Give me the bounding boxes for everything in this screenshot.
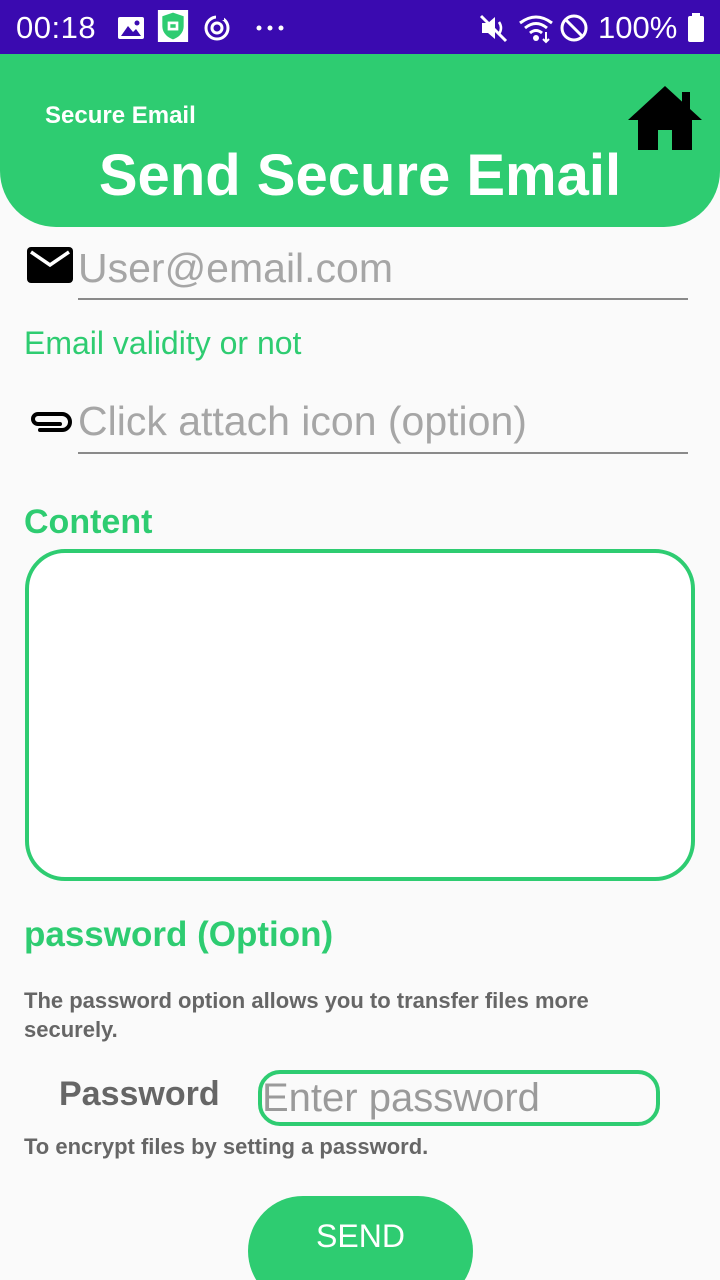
- email-validity-text: Email validity or not: [24, 325, 302, 361]
- mute-icon: [479, 14, 508, 43]
- paperclip-icon[interactable]: [26, 404, 74, 438]
- password-section-heading: password (Option): [24, 915, 334, 954]
- mail-icon: [27, 247, 73, 283]
- password-description: The password option allows you to transf…: [24, 988, 589, 1042]
- battery-percent: 100%: [598, 10, 678, 45]
- app-name: Secure Email: [45, 102, 196, 129]
- home-icon[interactable]: [626, 84, 704, 152]
- status-time: 00:18: [16, 10, 97, 45]
- content-label: Content: [24, 503, 153, 541]
- password-hint: To encrypt files by setting a password.: [24, 1134, 429, 1159]
- do-not-disturb-icon: [560, 14, 588, 42]
- email-input[interactable]: [78, 238, 688, 300]
- status-bar: 00:18 100%: [0, 0, 720, 54]
- wifi-icon: [519, 15, 553, 44]
- send-button[interactable]: SEND: [248, 1196, 473, 1280]
- password-label: Password: [59, 1075, 220, 1113]
- password-input[interactable]: [258, 1070, 660, 1126]
- sync-icon: [204, 14, 230, 41]
- gallery-icon: [118, 17, 144, 39]
- content-textarea[interactable]: [25, 549, 695, 881]
- app-header: Secure Email Send Secure Email: [0, 54, 720, 227]
- attachment-input[interactable]: [78, 391, 688, 454]
- app-shield-icon: [157, 10, 189, 42]
- battery-icon: [688, 13, 704, 42]
- page-title: Send Secure Email: [98, 143, 622, 208]
- more-dots-icon: [256, 25, 284, 31]
